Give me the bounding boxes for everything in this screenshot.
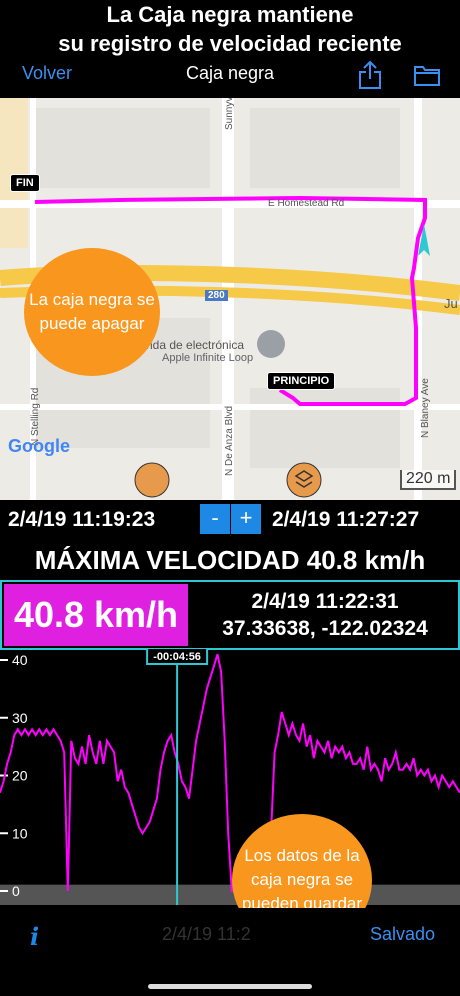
- range-end: 2/4/19 11:27:27: [272, 508, 420, 531]
- time-range-bar: 2/4/19 11:19:23 - + 2/4/19 11:27:27: [0, 500, 460, 540]
- promo-banner: La Caja negra mantiene su registro de ve…: [0, 0, 460, 58]
- reading-timestamp: 2/4/19 11:22:31: [251, 590, 399, 613]
- bottom-toolbar: i 2/4/19 11:2 Salvado: [0, 908, 460, 996]
- map-layers-icon: [286, 462, 322, 498]
- info-icon[interactable]: i: [30, 922, 39, 951]
- road-label-deanza: N De Anza Blvd: [224, 405, 235, 476]
- page-title: Caja negra: [185, 63, 275, 83]
- road-label-blaney: N Blaney Ave: [420, 378, 431, 438]
- speed-series-line: [0, 653, 460, 892]
- start-marker[interactable]: PRINCIPIO: [267, 372, 336, 390]
- increase-button[interactable]: +: [231, 504, 261, 534]
- saved-button[interactable]: Salvado: [370, 924, 435, 945]
- nav-bar: Volver Caja negra: [0, 58, 460, 96]
- zero-band: [0, 884, 460, 905]
- road-label-ju: Ju: [444, 296, 458, 311]
- decrease-button[interactable]: -: [200, 504, 230, 534]
- folder-icon[interactable]: [413, 63, 441, 87]
- share-icon[interactable]: [357, 60, 383, 90]
- end-marker[interactable]: FIN: [10, 174, 40, 192]
- google-logo: Google: [8, 436, 70, 456]
- y-tick-label: 0: [12, 883, 20, 899]
- reading-details: 2/4/19 11:22:31 37.33638, -122.02324: [192, 588, 458, 642]
- y-tick-label: 30: [12, 710, 28, 726]
- banner-line-1: La Caja negra mantiene: [106, 2, 354, 27]
- highway-shield: 280: [205, 290, 228, 301]
- y-tick-label: 10: [12, 825, 28, 841]
- banner-line-2: su registro de velocidad reciente: [58, 31, 402, 56]
- max-speed-label: MÁXIMA VELOCIDAD 40.8 km/h: [34, 545, 426, 575]
- range-start: 2/4/19 11:19:23: [8, 508, 156, 531]
- y-tick-label: 20: [12, 768, 28, 784]
- current-reading-panel: 40.8 km/h 2/4/19 11:22:31 37.33638, -122…: [0, 580, 460, 650]
- place-label-apple: Apple Infinite Loop: [162, 352, 254, 364]
- road-label-homestead: E Homestead Rd: [268, 198, 345, 209]
- route-map[interactable]: Sunnyvale S E Homestead Rd N Stelling Rd…: [0, 98, 460, 500]
- reading-coordinates: 37.33638, -122.02324: [222, 617, 428, 640]
- road-label-sunnyvale: Sunnyvale S: [224, 98, 235, 130]
- toggle-hint-bubble: La caja negra se puede apagar: [24, 248, 160, 376]
- y-tick-label: 40: [12, 652, 28, 668]
- home-indicator: [148, 984, 312, 989]
- ghost-timestamp: 2/4/19 11:2: [162, 924, 251, 944]
- cursor-label: -00:04:56: [153, 651, 201, 663]
- place-label-store: nda de electrónica: [146, 338, 245, 352]
- speed-chart[interactable]: 40 30 20 10 0 -00:04:56 Los datos de la caja …: [0, 647, 460, 946]
- current-speed: 40.8 km/h: [4, 584, 188, 646]
- map-scale: 220 m: [400, 470, 457, 490]
- compass-icon: [134, 462, 170, 498]
